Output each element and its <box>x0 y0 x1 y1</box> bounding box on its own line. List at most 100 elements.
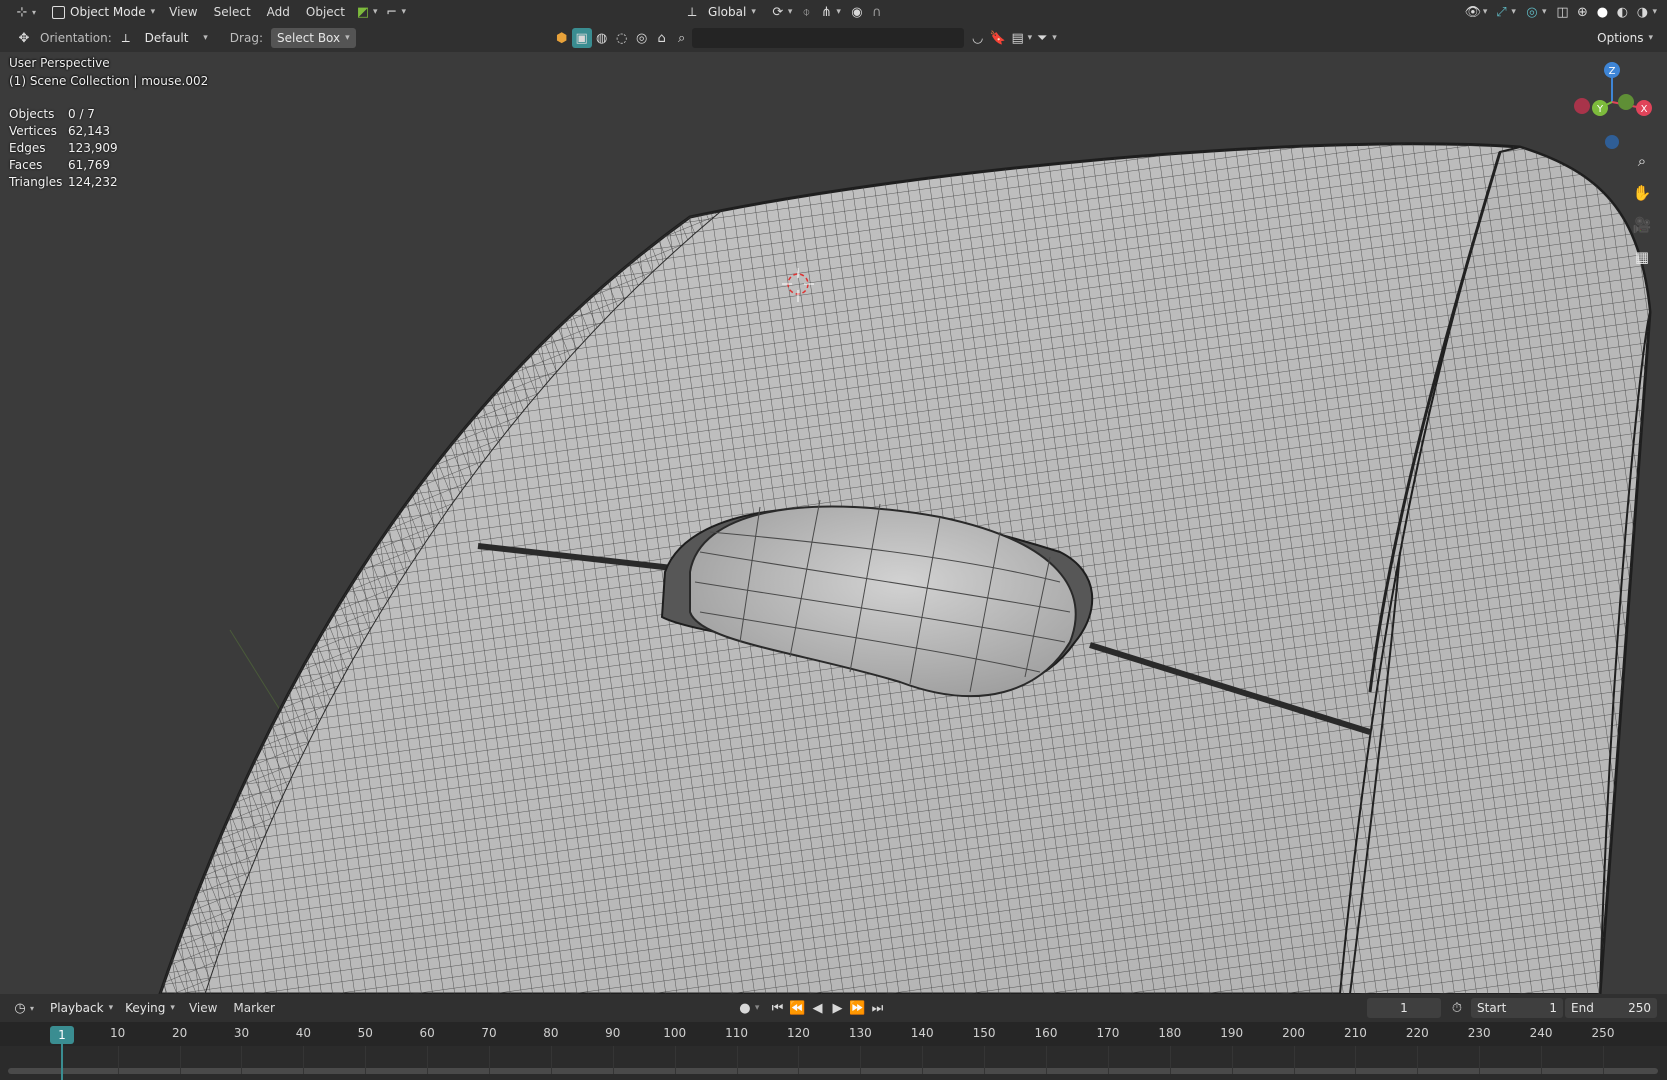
gizmo-y-label: Y <box>1596 104 1604 115</box>
gizmo-x-label: X <box>1641 104 1648 115</box>
start-value: 1 <box>1549 1001 1557 1015</box>
xray-icon[interactable]: ◫ <box>1552 2 1572 22</box>
camera-icon[interactable]: 🎥 <box>1628 211 1656 239</box>
current-frame-field[interactable]: 1 <box>1367 998 1441 1018</box>
proportional-edit-icon[interactable]: ◉ <box>847 2 867 22</box>
playhead-frame-indicator[interactable]: 1 <box>50 1026 74 1044</box>
solid-shading-icon[interactable]: ● <box>1592 2 1612 22</box>
timeline-marker-menu[interactable]: Marker <box>225 997 282 1019</box>
timeline-gridline <box>1231 1046 1233 1074</box>
visibility-eye-icon[interactable]: 👁 <box>1463 2 1483 22</box>
timeline-ruler[interactable]: 10 20 30 40 50 60 70 80 90 100 110 120 130 140 150 160 1… <box>0 1022 1667 1046</box>
snap-overlay-icon[interactable]: ⌐ <box>382 2 402 22</box>
move-tool-icon[interactable]: ✥ <box>14 28 34 48</box>
funnel-filter-icon[interactable]: ⏷ <box>1032 28 1052 48</box>
timeline-editor-icon[interactable]: ◷ <box>10 998 30 1018</box>
menu-object[interactable]: Object <box>298 1 353 23</box>
navigation-gizmo[interactable]: Z Y X <box>1560 58 1664 150</box>
snap-target-icon[interactable]: ⋔ <box>816 2 836 22</box>
record-icon[interactable]: ● <box>735 998 755 1018</box>
gizmo-neg-y-axis[interactable] <box>1618 94 1634 110</box>
snap-toggle-icon[interactable]: ⌽ <box>796 2 816 22</box>
jump-to-end-icon[interactable]: ⏭ <box>867 998 887 1018</box>
wireframe-shading-icon[interactable]: ⊕ <box>1572 2 1592 22</box>
gizmo-toggle-icon[interactable]: ⤢ <box>1491 2 1511 22</box>
timeline-gridline <box>489 1046 491 1074</box>
rendered-shading-icon[interactable]: ◑ <box>1632 2 1652 22</box>
gizmo-neg-x-axis[interactable] <box>1574 98 1590 114</box>
timeline-gridline <box>798 1046 800 1074</box>
search-input[interactable] <box>691 28 964 48</box>
select-extend-icon[interactable]: ◍ <box>592 28 612 48</box>
viewport-header: ⊹ ▾ Object Mode ▾ View Select Add Object… <box>0 0 1667 24</box>
options-dropdown[interactable]: Options ▾ <box>1591 28 1659 48</box>
bookmark-icon[interactable]: 🔖 <box>988 28 1008 48</box>
tool-settings-header: ✥ Orientation: ⟂ Default ▾ Drag: Select … <box>0 24 1667 52</box>
timeline-tick-label: 180 <box>1158 1026 1182 1040</box>
material-shading-icon[interactable]: ◐ <box>1612 2 1632 22</box>
play-icon[interactable]: ▶ <box>827 998 847 1018</box>
timeline-tick-label: 240 <box>1529 1026 1553 1040</box>
layout-icon[interactable]: ▤ <box>1008 28 1028 48</box>
pivot-point-icon[interactable]: ⟳ <box>768 2 788 22</box>
stopwatch-icon[interactable]: ⏱ <box>1447 998 1467 1018</box>
gizmo-neg-z-axis[interactable] <box>1605 135 1619 149</box>
filter-dropdown-icon[interactable]: ◡ <box>968 28 988 48</box>
timeline-gridline <box>550 1046 552 1074</box>
chevron-down-icon: ▾ <box>108 1003 114 1013</box>
timeline-view-menu[interactable]: View <box>181 997 225 1019</box>
end-frame-field[interactable]: End 250 <box>1565 998 1657 1018</box>
timeline-gridline <box>1417 1046 1419 1074</box>
stat-value: 124,232 <box>68 175 118 189</box>
play-reverse-icon[interactable]: ◀ <box>807 998 827 1018</box>
xray-toggle-icon[interactable]: ◩ <box>353 2 373 22</box>
timeline-tick-label: 120 <box>787 1026 810 1040</box>
viewport-editor-icon[interactable]: ⊹ <box>12 2 32 22</box>
timeline-gridline <box>1293 1046 1295 1074</box>
chevron-down-icon: ▾ <box>836 7 841 17</box>
3d-viewport[interactable]: User Perspective (1) Scene Collection | … <box>0 52 1667 994</box>
chevron-down-icon: ▾ <box>787 7 793 17</box>
object-mode-icon <box>52 5 66 19</box>
menu-add[interactable]: Add <box>259 1 298 23</box>
chevron-down-icon: ▾ <box>754 1003 760 1013</box>
pan-hand-icon[interactable]: ✋ <box>1628 179 1656 207</box>
menu-view[interactable]: View <box>161 1 205 23</box>
falloff-curve-icon[interactable]: ∩ <box>867 2 887 22</box>
prev-keyframe-icon[interactable]: ⏪ <box>787 998 807 1018</box>
scene-statistics: Objects 0 / 7 Vertices 62,143 Edges 123,909… <box>9 106 118 191</box>
mode-label: Object Mode <box>70 5 146 19</box>
stat-row: Objects 0 / 7 <box>9 106 118 123</box>
stat-key: Triangles <box>9 175 63 189</box>
jump-to-start-icon[interactable]: ⏮ <box>767 998 787 1018</box>
keying-menu[interactable]: Keying ▾ <box>119 998 181 1018</box>
transform-orientation-dropdown[interactable]: Global ▾ <box>702 2 762 22</box>
timeline-gridline <box>1603 1046 1604 1074</box>
next-keyframe-icon[interactable]: ⏩ <box>847 998 867 1018</box>
menu-select[interactable]: Select <box>206 1 259 23</box>
select-subtract-icon[interactable]: ◌ <box>612 28 632 48</box>
timeline-tick-label: 230 <box>1467 1026 1491 1040</box>
overlays-toggle-icon[interactable]: ◎ <box>1522 2 1542 22</box>
stat-row: Faces 61,769 <box>9 157 118 174</box>
options-label: Options <box>1597 31 1644 45</box>
mode-dropdown[interactable]: Object Mode ▾ <box>46 2 161 22</box>
timeline-tick-label: 250 <box>1591 1026 1615 1040</box>
start-frame-field[interactable]: Start 1 <box>1471 998 1563 1018</box>
transform-orientation-label: Global <box>708 5 747 19</box>
timeline-header: ◷ ▾ Playback ▾ Keying ▾ View Marker ● ▾ … <box>0 994 1667 1022</box>
select-box-mode-icon[interactable]: ▣ <box>571 28 592 48</box>
perspective-grid-icon[interactable]: ▦ <box>1628 243 1656 271</box>
select-invert-icon[interactable]: ◎ <box>632 28 652 48</box>
object-types-icon[interactable]: ⬢ <box>552 28 572 48</box>
drag-dropdown[interactable]: Select Box ▾ <box>270 28 356 48</box>
zoom-icon[interactable]: ⌕ <box>1628 147 1656 175</box>
drag-label: Drag: <box>229 31 263 45</box>
orientation-dropdown[interactable]: ⟂ Default ▾ <box>116 28 214 48</box>
chevron-down-icon: ▾ <box>345 33 350 43</box>
playback-menu[interactable]: Playback ▾ <box>44 998 119 1018</box>
timeline-tick-label: 20 <box>171 1026 188 1040</box>
timeline-scrollbar[interactable] <box>8 1068 1658 1074</box>
select-intersect-icon[interactable]: ⌂ <box>652 28 672 48</box>
chevron-down-icon: ▾ <box>1541 7 1547 17</box>
